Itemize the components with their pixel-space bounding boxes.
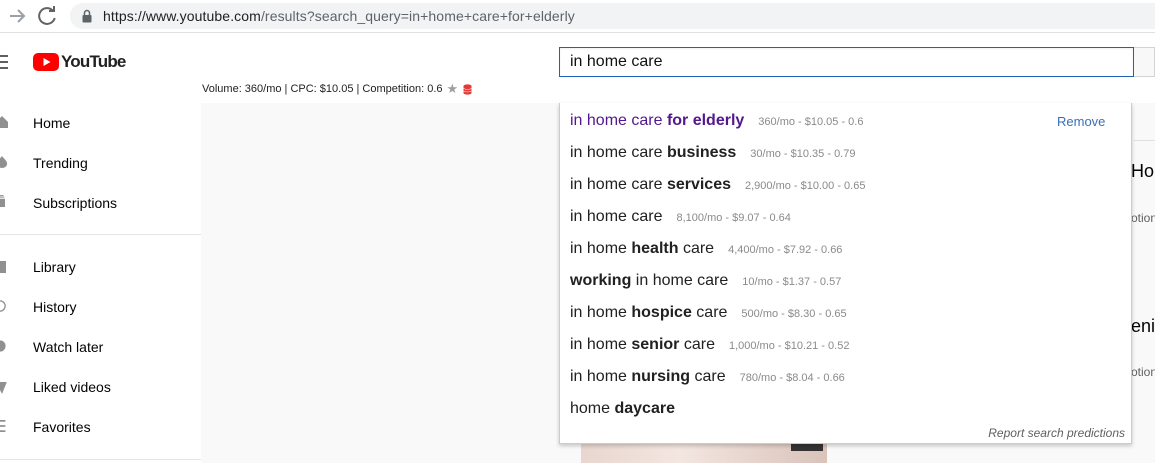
search-suggestions: in home care for elderly 360/mo - $10.05 … xyxy=(559,103,1132,444)
suggestion-item[interactable]: in home hospice care 500/mo - $8.30 - 0.6… xyxy=(560,297,1131,329)
suggestion-text: in home care business 30/mo - $10.35 - 0.… xyxy=(570,144,856,161)
video-meta: otion xyxy=(1131,365,1155,379)
browser-toolbar: https://www.youtube.com/results?search_q… xyxy=(0,0,1155,33)
address-bar[interactable]: https://www.youtube.com/results?search_q… xyxy=(70,3,1155,29)
video-meta: otion xyxy=(1131,211,1155,225)
suggestion-stat: 10/mo - $1.37 - 0.57 xyxy=(742,276,842,288)
sidebar-item-favorites[interactable]: Favorites xyxy=(0,407,201,447)
url-text: https://www.youtube.com/results?search_q… xyxy=(103,8,575,24)
search-input[interactable] xyxy=(559,47,1134,77)
suggestion-item[interactable]: working in home care 10/mo - $1.37 - 0.57 xyxy=(560,265,1131,297)
sidebar-item-label: Library xyxy=(33,259,76,275)
suggestion-stat: 8,100/mo - $9.07 - 0.64 xyxy=(676,212,791,224)
menu-icon[interactable] xyxy=(0,55,8,69)
search-button[interactable] xyxy=(1134,47,1155,77)
home-icon xyxy=(0,116,8,128)
suggestion-stat: 360/mo - $10.05 - 0.6 xyxy=(758,116,864,128)
sidebar-divider xyxy=(0,459,201,460)
suggestion-item[interactable]: in home health care 4,400/mo - $7.92 - 0.… xyxy=(560,233,1131,265)
video-title[interactable]: enio xyxy=(1131,316,1155,337)
keyword-metrics: Volume: 360/mo | CPC: $10.05 | Competiti… xyxy=(202,81,472,97)
suggestion-text: in home senior care 1,000/mo - $10.21 - 0… xyxy=(570,336,850,353)
trending-icon xyxy=(0,156,8,168)
youtube-logo[interactable]: YouTube xyxy=(33,52,126,72)
favorites-icon xyxy=(0,420,6,432)
youtube-header: YouTube Volume: 360/mo | CPC: $10.05 | C… xyxy=(0,33,1155,103)
video-thumbnail[interactable] xyxy=(581,441,827,463)
suggestion-stat: 30/mo - $10.35 - 0.79 xyxy=(750,148,856,160)
suggestion-stat: 2,900/mo - $10.00 - 0.65 xyxy=(745,180,866,192)
video-title[interactable]: Ho xyxy=(1131,161,1154,182)
library-icon xyxy=(0,261,6,273)
sidebar-item-label: Favorites xyxy=(33,419,91,435)
suggestion-stat: 4,400/mo - $7.92 - 0.66 xyxy=(728,244,843,256)
sidebar-item-label: Trending xyxy=(33,155,88,171)
duration-badge xyxy=(791,443,823,451)
suggestion-stat: 1,000/mo - $10.21 - 0.52 xyxy=(728,340,850,352)
sidebar-item-subscriptions[interactable]: Subscriptions xyxy=(0,183,201,223)
sidebar-item-liked-videos[interactable]: Liked videos xyxy=(0,367,201,407)
filter-divider xyxy=(1134,140,1155,141)
youtube-play-icon xyxy=(33,53,59,71)
suggestion-text: in home nursing care 780/mo - $8.04 - 0.6… xyxy=(570,368,845,385)
suggestion-text: in home hospice care 500/mo - $8.30 - 0.6… xyxy=(570,304,847,321)
sidebar-item-library[interactable]: Library xyxy=(0,247,201,287)
sidebar-item-label: Liked videos xyxy=(33,379,111,395)
database-icon[interactable] xyxy=(463,83,472,95)
history-icon xyxy=(0,300,6,312)
forward-icon[interactable] xyxy=(6,4,30,28)
suggestion-text: in home care for elderly 360/mo - $10.05 … xyxy=(570,112,864,129)
star-icon[interactable]: ★ xyxy=(447,81,459,97)
subscriptions-icon xyxy=(0,195,5,207)
metrics-text: Volume: 360/mo | CPC: $10.05 | Competiti… xyxy=(202,83,443,95)
lock-icon xyxy=(82,9,92,23)
suggestion-item[interactable]: in home care 8,100/mo - $9.07 - 0.64 xyxy=(560,201,1131,233)
sidebar-item-label: History xyxy=(33,299,77,315)
sidebar-item-label: Home xyxy=(33,115,71,131)
report-predictions-link[interactable]: Report search predictions xyxy=(988,426,1125,440)
remove-button[interactable]: Remove xyxy=(1057,114,1105,129)
sidebar: Home Trending Subscriptions Library Hist… xyxy=(0,103,201,463)
sidebar-item-home[interactable]: Home xyxy=(0,103,201,143)
suggestion-text: in home health care 4,400/mo - $7.92 - 0.… xyxy=(570,240,843,257)
suggestion-text: working in home care 10/mo - $1.37 - 0.57 xyxy=(570,272,842,289)
sidebar-item-label: Subscriptions xyxy=(33,195,118,211)
suggestion-text: in home care services 2,900/mo - $10.00 -… xyxy=(570,176,866,193)
suggestion-text: in home care 8,100/mo - $9.07 - 0.64 xyxy=(570,208,791,225)
sidebar-item-history[interactable]: History xyxy=(0,287,201,327)
liked-videos-icon xyxy=(0,382,7,394)
suggestion-stat: 780/mo - $8.04 - 0.66 xyxy=(739,372,845,384)
suggestion-text: home daycare xyxy=(570,400,675,417)
suggestion-item[interactable]: in home care services 2,900/mo - $10.00 -… xyxy=(560,169,1131,201)
logo-text: YouTube xyxy=(61,52,126,71)
sidebar-item-trending[interactable]: Trending xyxy=(0,143,201,183)
sidebar-item-label: Watch later xyxy=(33,339,104,355)
suggestion-item[interactable]: home daycare xyxy=(560,393,1131,425)
suggestion-item[interactable]: in home care business 30/mo - $10.35 - 0.… xyxy=(560,137,1131,169)
suggestion-item[interactable]: in home senior care 1,000/mo - $10.21 - 0… xyxy=(560,329,1131,361)
sidebar-item-watch-later[interactable]: Watch later xyxy=(0,327,201,367)
suggestion-item[interactable]: in home nursing care 780/mo - $8.04 - 0.6… xyxy=(560,361,1131,393)
watch-later-icon xyxy=(0,340,6,352)
reload-icon[interactable] xyxy=(35,4,59,28)
suggestion-item[interactable]: in home care for elderly 360/mo - $10.05 … xyxy=(560,105,1131,137)
suggestion-stat: 500/mo - $8.30 - 0.65 xyxy=(741,308,847,320)
sidebar-divider xyxy=(0,234,201,235)
